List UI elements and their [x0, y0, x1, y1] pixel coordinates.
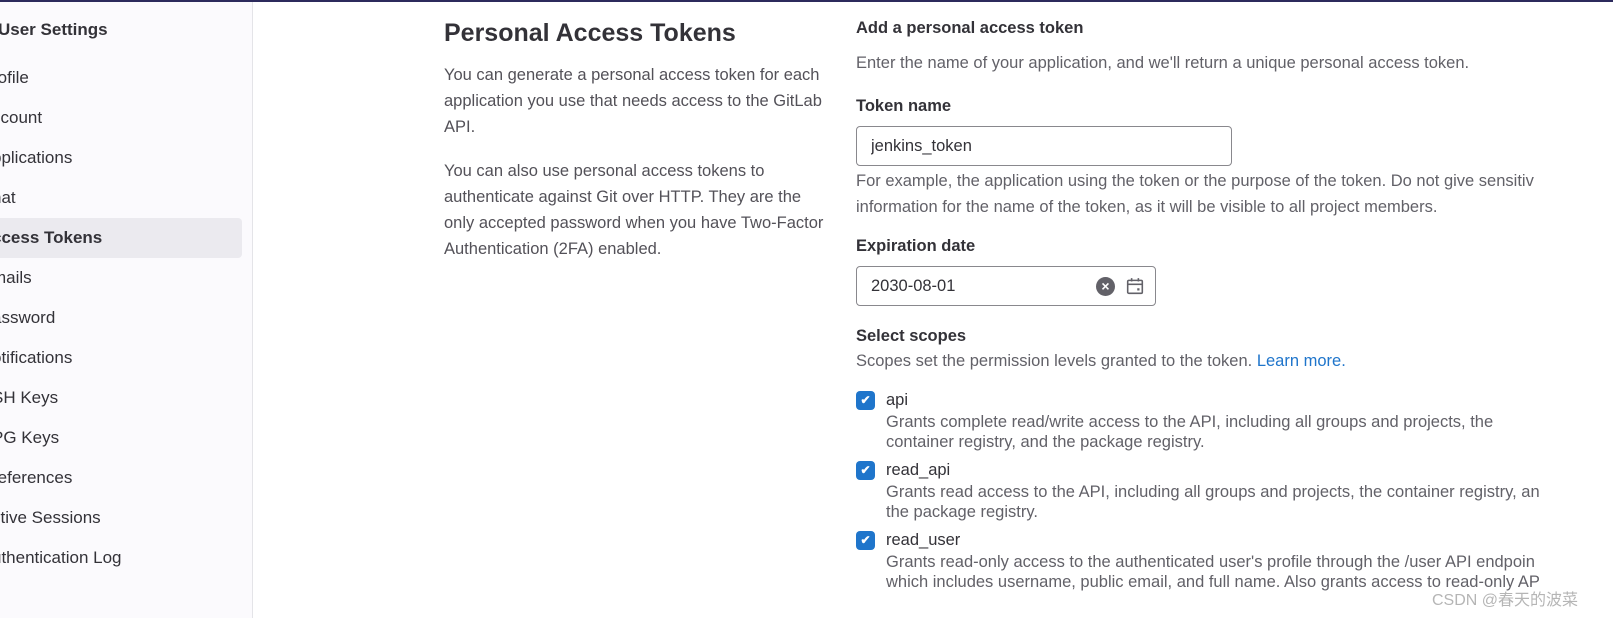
- sidebar: User Settings rofile ccount pplications …: [0, 2, 253, 618]
- intro-paragraph: You can generate a personal access token…: [444, 66, 822, 136]
- token-name-input[interactable]: [856, 126, 1232, 166]
- scope-name: api: [886, 391, 909, 409]
- page-title: Personal Access Tokens: [444, 19, 736, 47]
- scope-checkbox-read-user[interactable]: ✔: [856, 531, 875, 550]
- sidebar-nav: rofile ccount pplications hat ccess Toke…: [0, 58, 242, 578]
- token-name-label: Token name: [856, 97, 952, 115]
- scope-checkbox-api[interactable]: ✔: [856, 391, 875, 410]
- sidebar-item-label: pplications: [0, 148, 73, 167]
- intro-section: Personal Access Tokens You can generate …: [444, 16, 824, 280]
- scopes-help-text: Scopes set the permission levels granted…: [856, 352, 1253, 370]
- form-subheading: Enter the name of your application, and …: [856, 54, 1470, 72]
- learn-more-link[interactable]: Learn more.: [1257, 352, 1346, 370]
- sidebar-item-label: assword: [0, 308, 56, 327]
- sidebar-item-notifications[interactable]: otifications: [0, 338, 242, 378]
- sidebar-item-label: hat: [0, 188, 16, 207]
- form-heading: Add a personal access token: [856, 19, 1084, 37]
- scope-description: container registry, and the package regi…: [886, 433, 1205, 451]
- clear-circle-icon[interactable]: ×: [1096, 277, 1115, 296]
- intro-paragraph: You can also use personal access tokens …: [444, 162, 824, 258]
- token-name-help: For example, the application using the t…: [856, 172, 1534, 190]
- sidebar-item-account[interactable]: ccount: [0, 98, 242, 138]
- sidebar-item-preferences[interactable]: references: [0, 458, 242, 498]
- sidebar-item-label: SH Keys: [0, 388, 59, 407]
- sidebar-item-label: PG Keys: [0, 428, 60, 447]
- expiration-date-value: 2030-08-01: [871, 277, 956, 295]
- scope-item-api: ✔ api Grants complete read/write access …: [856, 388, 1613, 452]
- expiration-date-input[interactable]: 2030-08-01 ×: [856, 266, 1156, 306]
- scopes-list: ✔ api Grants complete read/write access …: [856, 388, 1613, 592]
- scope-description: Grants read-only access to the authentic…: [886, 553, 1535, 571]
- scopes-label: Select scopes: [856, 327, 967, 345]
- sidebar-item-password[interactable]: assword: [0, 298, 242, 338]
- sidebar-item-gpg-keys[interactable]: PG Keys: [0, 418, 242, 458]
- scope-name: read_api: [886, 461, 951, 479]
- sidebar-item-chat[interactable]: hat: [0, 178, 242, 218]
- sidebar-item-label: ctive Sessions: [0, 508, 101, 527]
- scope-description: the package registry.: [886, 503, 1038, 521]
- watermark: CSDN @春天的波菜: [1432, 592, 1579, 609]
- sidebar-item-profile[interactable]: rofile: [0, 58, 242, 98]
- scopes-help: Scopes set the permission levels granted…: [856, 348, 1613, 374]
- sidebar-item-active-sessions[interactable]: ctive Sessions: [0, 498, 242, 538]
- scope-description: Grants read access to the API, including…: [886, 483, 1540, 501]
- sidebar-item-label: otifications: [0, 348, 73, 367]
- scope-description: Grants complete read/write access to the…: [886, 413, 1494, 431]
- expiration-label: Expiration date: [856, 237, 976, 255]
- sidebar-item-label: references: [0, 468, 73, 487]
- sidebar-item-applications[interactable]: pplications: [0, 138, 242, 178]
- scope-item-read-api: ✔ read_api Grants read access to the API…: [856, 458, 1613, 522]
- sidebar-title: User Settings: [0, 20, 108, 39]
- scope-checkbox-read-api[interactable]: ✔: [856, 461, 875, 480]
- sidebar-item-label: uthentication Log: [0, 548, 122, 567]
- sidebar-item-label: ccess Tokens: [0, 228, 103, 247]
- sidebar-item-access-tokens[interactable]: ccess Tokens: [0, 218, 242, 258]
- sidebar-item-ssh-keys[interactable]: SH Keys: [0, 378, 242, 418]
- sidebar-item-label: rofile: [0, 68, 29, 87]
- sidebar-item-emails[interactable]: mails: [0, 258, 242, 298]
- sidebar-item-label: ccount: [0, 108, 43, 127]
- token-name-help-2: information for the name of the token, a…: [856, 198, 1438, 216]
- scope-name: read_user: [886, 531, 961, 549]
- calendar-icon[interactable]: [1126, 277, 1144, 295]
- sidebar-item-label: mails: [0, 268, 32, 287]
- add-token-form: Add a personal access token Enter the na…: [856, 16, 1613, 592]
- scope-item-read-user: ✔ read_user Grants read-only access to t…: [856, 528, 1613, 592]
- sidebar-item-authentication-log[interactable]: uthentication Log: [0, 538, 242, 578]
